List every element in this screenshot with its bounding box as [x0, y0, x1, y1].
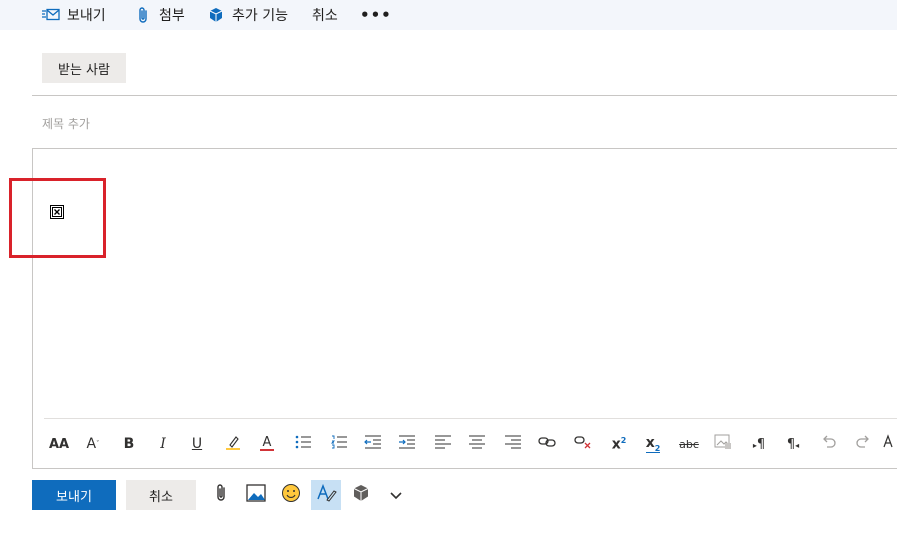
superscript-button[interactable]: x2 [606, 430, 632, 458]
picture-icon [246, 484, 266, 506]
insert-image-inline-button[interactable] [710, 430, 736, 458]
send-button[interactable]: 보내기 [32, 480, 116, 510]
align-right-button[interactable] [500, 430, 526, 458]
attach-file-button[interactable] [206, 480, 236, 510]
grow-font-icon: A [86, 436, 97, 452]
paperclip-icon [215, 483, 227, 507]
italic-icon: I [160, 436, 166, 452]
font-color-glyph: A [262, 435, 272, 450]
decrease-indent-icon [364, 435, 382, 453]
send-label: 보내기 [56, 489, 92, 505]
ltr-glyph: ¶ [756, 436, 766, 452]
redo-icon [855, 435, 871, 453]
font-color-icon: A [260, 435, 274, 451]
ltr-icon: ▸¶ [752, 436, 766, 452]
numbering-button[interactable] [326, 430, 352, 458]
undo-icon [821, 435, 837, 453]
align-center-icon [469, 435, 485, 453]
subscript-icon: x2 [645, 434, 661, 454]
rtl-icon: ¶◂ [786, 436, 800, 452]
subscript-button[interactable]: x2 [640, 430, 666, 458]
undo-button[interactable] [816, 430, 842, 458]
italic-button[interactable]: I [150, 430, 176, 458]
grow-font-button[interactable]: Aˇ [80, 430, 106, 458]
clear-format-icon [882, 434, 897, 454]
addins-cube-icon [352, 484, 370, 506]
toolbar-cancel-label: 취소 [312, 8, 338, 24]
more-options-button[interactable] [381, 480, 411, 510]
toolbar-more-button[interactable]: ••• [360, 2, 392, 28]
bullets-button[interactable] [290, 430, 316, 458]
align-right-icon [505, 435, 521, 453]
bold-icon: B [123, 436, 135, 452]
toolbar-send-label: 보내기 [67, 8, 106, 24]
toolbar-addins-label: 추가 기능 [232, 8, 288, 24]
ltr-button[interactable]: ▸¶ [746, 430, 772, 458]
insert-link-button[interactable] [534, 430, 560, 458]
bullets-icon [295, 435, 311, 453]
emoji-icon [281, 483, 301, 507]
underline-icon: U [191, 436, 203, 452]
unlink-icon [574, 435, 592, 453]
image-placeholder-icon [714, 434, 732, 454]
font-color-button[interactable]: A [254, 430, 280, 458]
more-icon: ••• [360, 6, 392, 24]
chevron-down-icon [389, 486, 403, 505]
align-left-icon [435, 435, 451, 453]
toolbar-send-button[interactable]: 보내기 [42, 2, 106, 28]
command-bar: 보내기 첨부 추가 기능 취소 ••• [0, 0, 897, 30]
align-left-button[interactable] [430, 430, 456, 458]
superscript-sup: 2 [620, 435, 627, 445]
strikethrough-button[interactable]: abc [676, 430, 702, 458]
font-size-icon: AA [48, 436, 70, 452]
subscript-sub: 2 [654, 443, 661, 453]
superscript-glyph: x [611, 436, 621, 453]
align-center-button[interactable] [464, 430, 490, 458]
format-options-button[interactable] [311, 480, 341, 510]
remove-link-button[interactable] [570, 430, 596, 458]
clear-format-button[interactable] [882, 430, 897, 458]
paperclip-icon [134, 6, 152, 24]
bold-button[interactable]: B [116, 430, 142, 458]
cancel-label: 취소 [149, 489, 173, 505]
toolbar-addins-button[interactable]: 추가 기능 [207, 2, 288, 28]
subject-input[interactable] [42, 112, 862, 136]
link-icon [538, 436, 556, 452]
highlight-button[interactable] [220, 430, 246, 458]
to-button[interactable]: 받는 사람 [42, 53, 126, 83]
addins-cube-icon [207, 6, 225, 24]
rtl-glyph: ¶ [786, 436, 796, 452]
numbering-icon [330, 435, 347, 453]
emoji-button[interactable] [276, 480, 306, 510]
strikethrough-icon: abc [679, 437, 699, 451]
toolbar-attach-label: 첨부 [159, 8, 185, 24]
insert-picture-button[interactable] [241, 480, 271, 510]
to-label: 받는 사람 [58, 62, 110, 78]
format-pen-icon [315, 482, 337, 508]
rtl-button[interactable]: ¶◂ [780, 430, 806, 458]
message-body-editor[interactable] [32, 148, 897, 469]
format-toolbar: AA Aˇ B I U A x2 x2 abc ▸¶ ¶◂ [44, 430, 897, 458]
send-icon [42, 6, 60, 24]
cancel-button[interactable]: 취소 [126, 480, 196, 510]
redo-button[interactable] [850, 430, 876, 458]
toolbar-cancel-button[interactable]: 취소 [312, 2, 338, 28]
decrease-indent-button[interactable] [360, 430, 386, 458]
font-size-button[interactable]: AA [46, 430, 72, 458]
superscript-icon: x2 [612, 436, 627, 453]
highlighter-icon [224, 433, 242, 455]
toolbar-attach-button[interactable]: 첨부 [134, 2, 185, 28]
increase-indent-icon [398, 435, 416, 453]
increase-indent-button[interactable] [394, 430, 420, 458]
addins-button[interactable] [346, 480, 376, 510]
broken-image-icon[interactable] [50, 205, 64, 219]
font-color-swatch [260, 449, 274, 451]
underline-button[interactable]: U [184, 430, 210, 458]
divider [32, 95, 897, 96]
subscript-glyph: x [645, 434, 655, 451]
format-divider [44, 418, 897, 419]
